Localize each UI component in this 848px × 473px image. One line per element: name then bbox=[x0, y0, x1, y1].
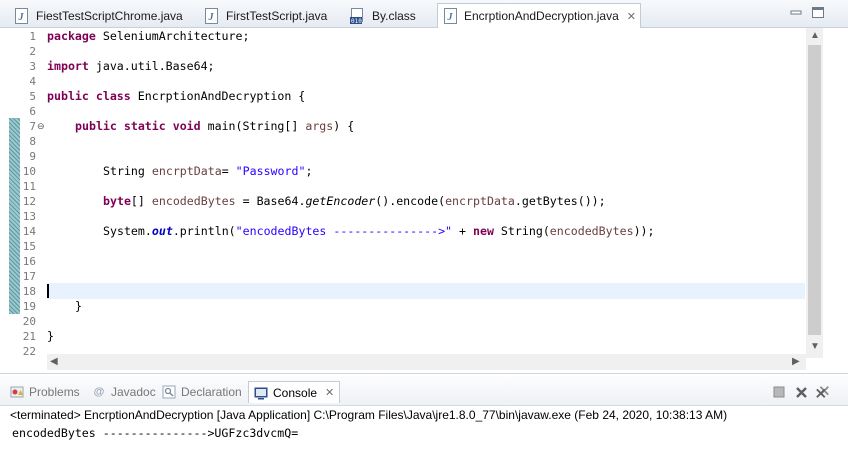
tab-label: EncrptionAndDecryption.java bbox=[464, 9, 619, 23]
scroll-down-icon[interactable]: ▼ bbox=[810, 341, 820, 353]
java-file-icon: J bbox=[444, 8, 458, 24]
class-file-icon: 010 bbox=[350, 7, 366, 24]
line-number: 1 bbox=[29, 30, 36, 43]
scroll-thumb[interactable] bbox=[808, 45, 821, 335]
line-number: 8 bbox=[29, 135, 36, 148]
scroll-up-icon[interactable]: ▲ bbox=[810, 30, 820, 42]
close-icon[interactable]: ✕ bbox=[627, 10, 636, 23]
line-number: 18 bbox=[22, 285, 36, 298]
line-number: 9 bbox=[29, 150, 36, 163]
tab-first-test-script[interactable]: J FirstTestScript.java bbox=[198, 3, 333, 28]
terminated-status: <terminated> EncrptionAndDecryption [Jav… bbox=[10, 408, 728, 422]
svg-text:010: 010 bbox=[351, 18, 362, 24]
line-number: 21 bbox=[22, 330, 36, 343]
tab-declaration[interactable]: Declaration bbox=[162, 381, 242, 403]
java-file-icon: J bbox=[204, 7, 220, 24]
remove-launch-icon[interactable] bbox=[794, 385, 808, 399]
code-line-1: package SeleniumArchitecture; bbox=[47, 29, 250, 43]
tab-label: FirstTestScript.java bbox=[226, 8, 328, 23]
console-icon bbox=[254, 386, 268, 400]
line-number: 3 bbox=[29, 60, 36, 73]
line-number: 10 bbox=[22, 165, 36, 178]
line-number: 20 bbox=[22, 315, 36, 328]
current-line-highlight bbox=[47, 283, 805, 299]
tab-console[interactable]: Console ✕ bbox=[248, 381, 341, 403]
line-number: 5 bbox=[29, 90, 36, 103]
line-number: 16 bbox=[22, 255, 36, 268]
tab-label: By.class bbox=[372, 8, 416, 23]
line-number: 4 bbox=[29, 75, 36, 88]
code-line-3: import java.util.Base64; bbox=[47, 59, 215, 73]
fold-collapse-icon[interactable]: ⊖ bbox=[37, 121, 45, 132]
horizontal-scrollbar[interactable]: ◀ ▶ bbox=[47, 354, 806, 370]
tab-label: FiestTestScriptChrome.java bbox=[36, 8, 183, 23]
line-number: 19 bbox=[22, 300, 36, 313]
line-number: 22 bbox=[22, 345, 36, 358]
tab-fiest-test-script-chrome[interactable]: J FiestTestScriptChrome.java bbox=[8, 3, 189, 28]
close-icon[interactable]: ✕ bbox=[325, 386, 334, 399]
code-line-5: public class EncrptionAndDecryption { bbox=[47, 89, 306, 103]
line-number: 6 bbox=[29, 105, 36, 118]
line-number: 15 bbox=[22, 240, 36, 253]
text-caret bbox=[47, 284, 49, 298]
console-output-line: encodedBytes --------------->UGFzc3dvcmQ… bbox=[12, 426, 299, 440]
line-number: 11 bbox=[22, 180, 36, 193]
remove-all-terminated-icon[interactable] bbox=[816, 385, 830, 399]
line-number: 2 bbox=[29, 45, 36, 58]
tab-by-class[interactable]: 010 By.class bbox=[344, 3, 422, 28]
scroll-right-icon[interactable]: ▶ bbox=[792, 356, 800, 368]
line-number: 14 bbox=[22, 225, 36, 238]
maximize-icon[interactable] bbox=[812, 7, 824, 18]
code-line-14: System.out.println("encodedBytes -------… bbox=[103, 224, 655, 238]
declaration-icon bbox=[162, 385, 176, 399]
line-number: 7 bbox=[29, 120, 36, 133]
bottom-view-tab-bar: Problems @ Javadoc Declaration Console ✕ bbox=[0, 376, 848, 406]
minimize-icon[interactable] bbox=[790, 7, 802, 18]
line-number: 17 bbox=[22, 270, 36, 283]
svg-text:J: J bbox=[447, 12, 454, 23]
change-ruler bbox=[9, 28, 20, 374]
code-line-12: byte[] encodedBytes = Base64.getEncoder(… bbox=[103, 194, 606, 208]
problems-icon bbox=[10, 385, 24, 399]
tab-encryption-and-decryption[interactable]: J EncrptionAndDecryption.java ✕ bbox=[437, 3, 641, 28]
code-line-10: String encrptData= "Password"; bbox=[103, 164, 313, 178]
line-number: 13 bbox=[22, 210, 36, 223]
javadoc-icon: @ bbox=[93, 386, 105, 398]
tab-problems[interactable]: Problems bbox=[10, 381, 80, 403]
code-line-7: public static void main(String[] args) { bbox=[75, 119, 355, 133]
scroll-left-icon[interactable]: ◀ bbox=[50, 356, 58, 368]
tab-javadoc[interactable]: @ Javadoc bbox=[92, 381, 156, 403]
vertical-scrollbar[interactable]: ▲ ▼ bbox=[806, 28, 823, 358]
svg-text:J: J bbox=[208, 12, 215, 23]
code-editor[interactable]: 1 2 3 4 5 6 7 8 9 10 11 12 13 14 15 16 1… bbox=[0, 28, 848, 374]
code-line-19: } bbox=[75, 299, 82, 313]
svg-text:J: J bbox=[18, 12, 25, 23]
editor-tab-bar: J FiestTestScriptChrome.java J FirstTest… bbox=[0, 0, 848, 28]
code-line-21: } bbox=[47, 329, 54, 343]
line-number: 12 bbox=[22, 195, 36, 208]
console-output[interactable]: <terminated> EncrptionAndDecryption [Jav… bbox=[0, 406, 848, 473]
terminate-icon[interactable] bbox=[772, 385, 786, 399]
java-file-icon: J bbox=[14, 7, 30, 24]
